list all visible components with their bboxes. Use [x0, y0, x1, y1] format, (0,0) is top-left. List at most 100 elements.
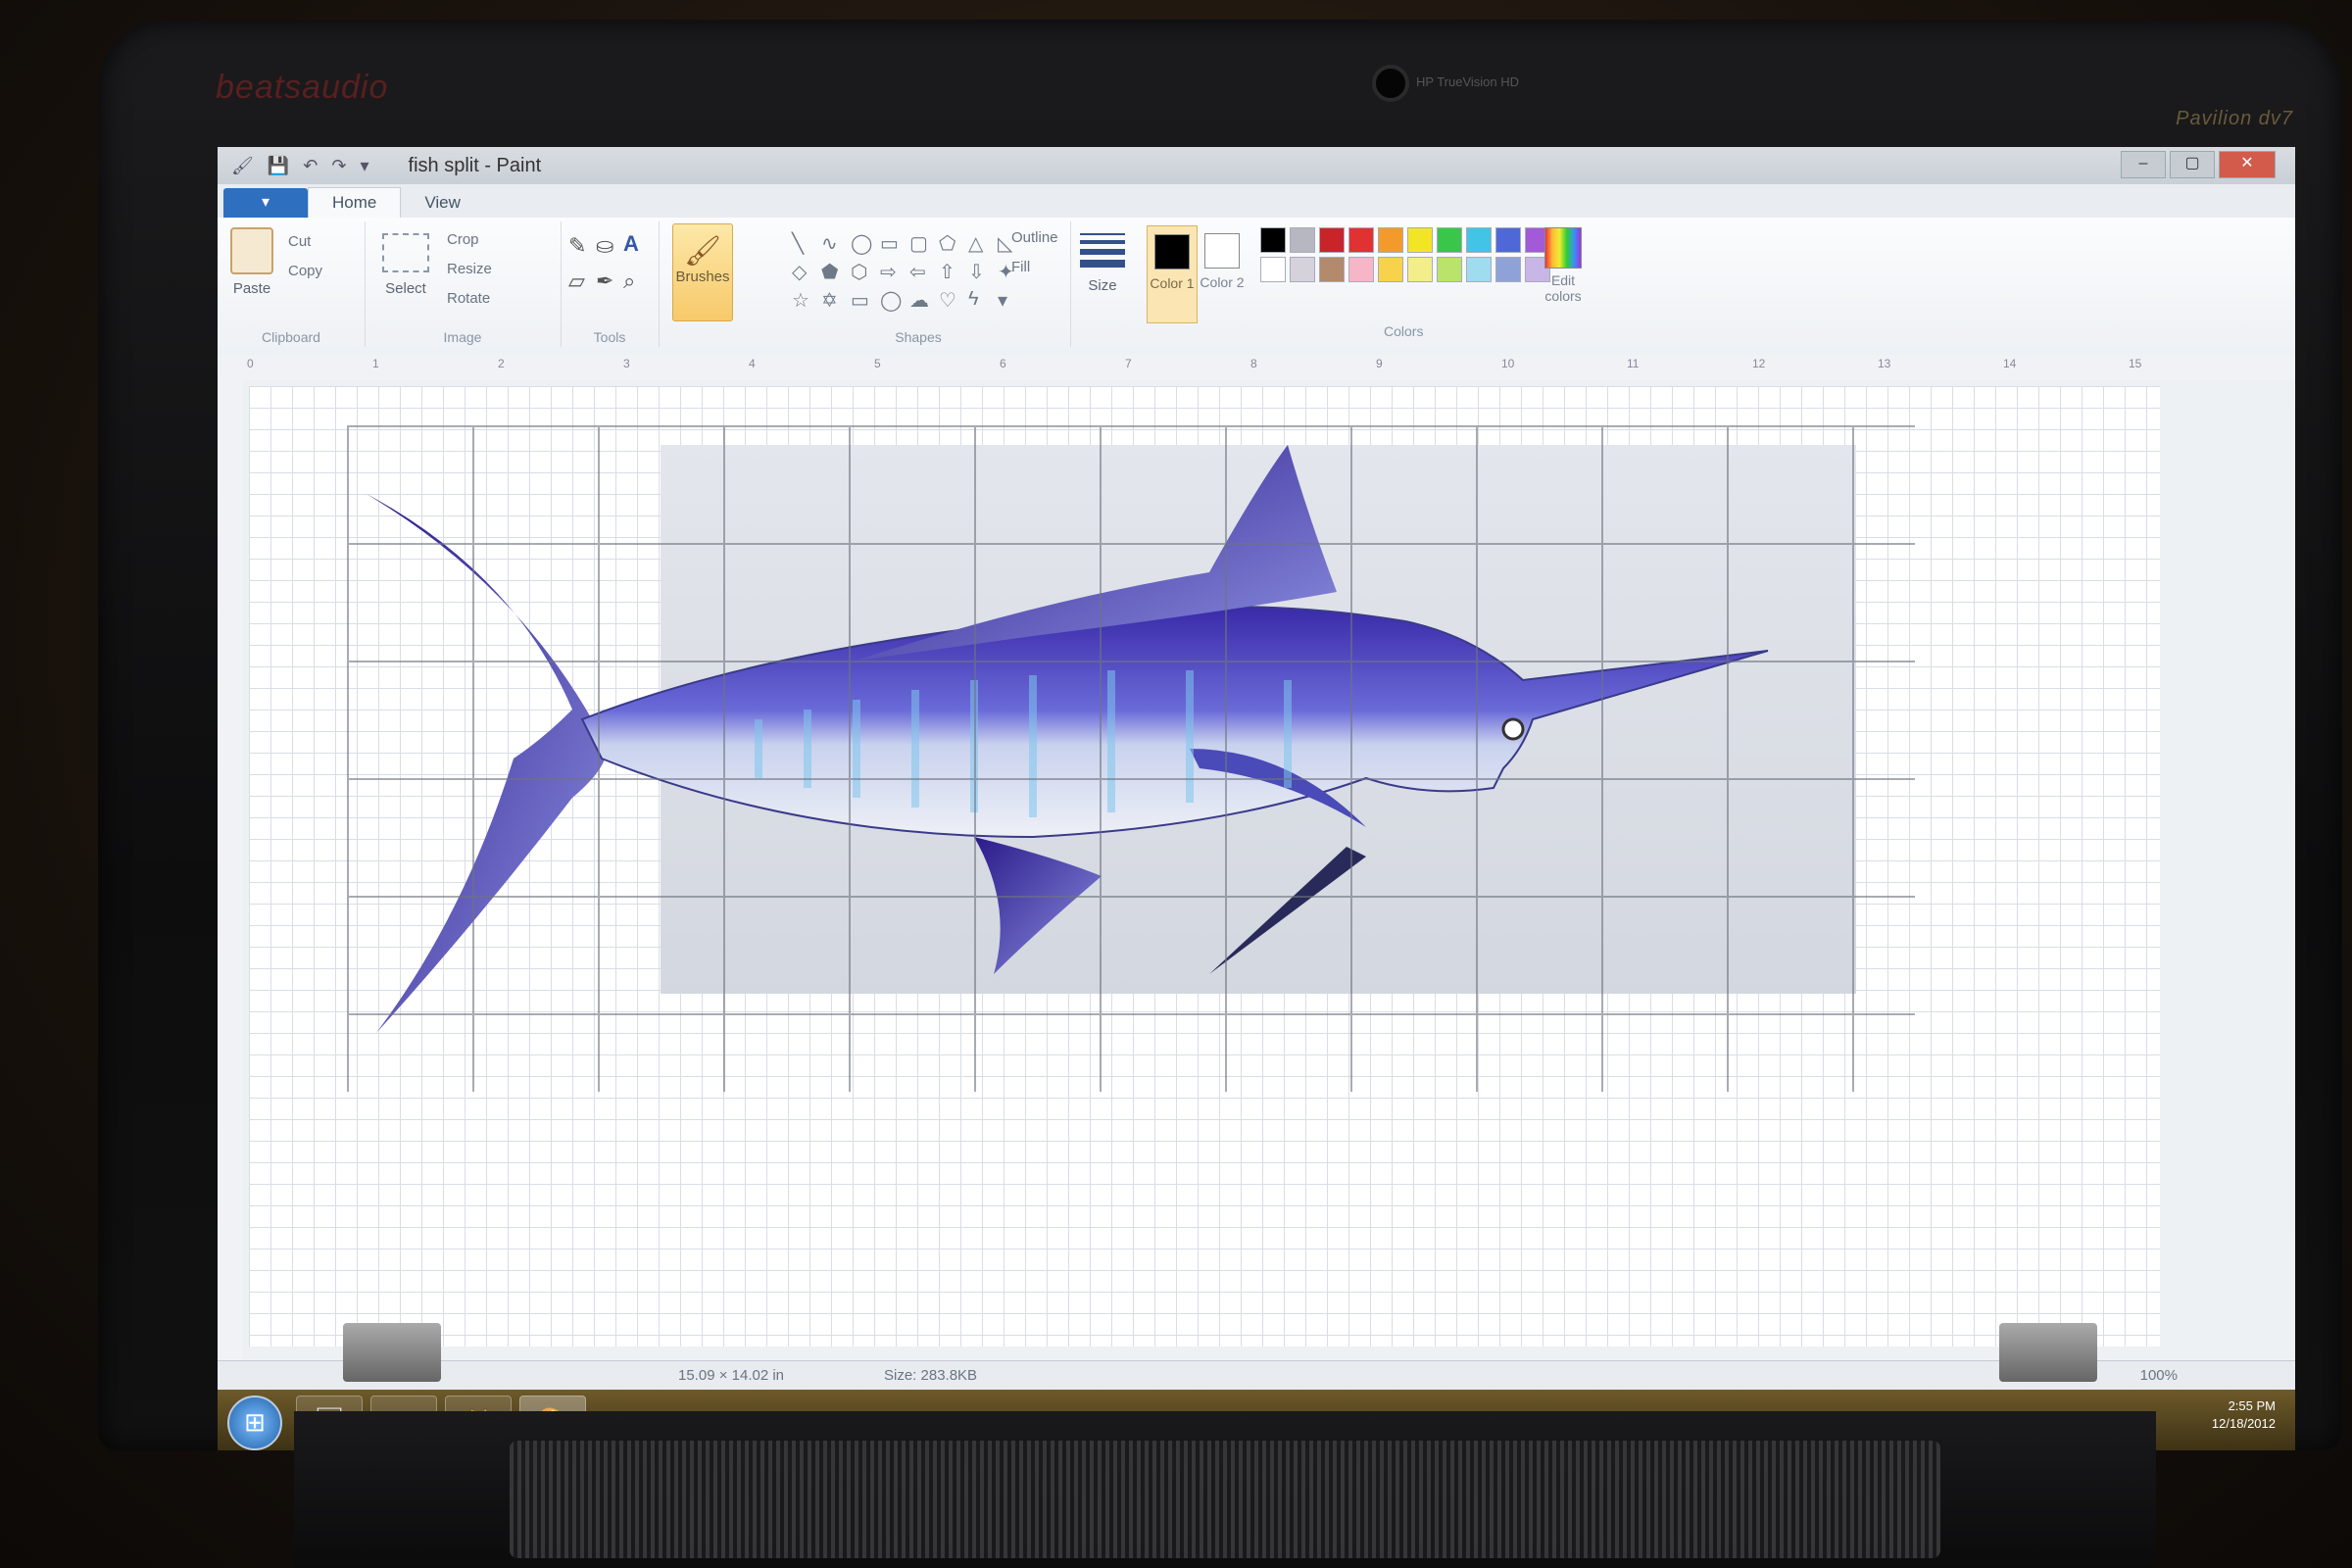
callout-rect-icon[interactable]: ▭ — [851, 288, 876, 313]
clock-date: 12/18/2012 — [2211, 1416, 2276, 1431]
color-palette — [1260, 227, 1550, 282]
ruler-tick-label: 6 — [1000, 357, 1006, 370]
magnifier-icon[interactable]: ⌕ — [623, 269, 635, 294]
hexagon-shape-icon[interactable]: ⬡ — [851, 260, 876, 284]
maximize-button[interactable]: ▢ — [2170, 151, 2215, 178]
left-arrow-shape-icon[interactable]: ⇦ — [909, 260, 935, 284]
size-label: Size — [1088, 277, 1117, 294]
palette-swatch[interactable] — [1319, 227, 1345, 253]
palette-swatch[interactable] — [1319, 257, 1345, 282]
ruler-tick-label: 1 — [372, 357, 379, 370]
color2-button[interactable]: Color 2 — [1198, 225, 1247, 321]
right-arrow-shape-icon[interactable]: ⇨ — [880, 260, 906, 284]
save-icon[interactable]: 💾 — [268, 156, 289, 176]
palette-swatch[interactable] — [1290, 257, 1315, 282]
edit-colors-button[interactable]: Edit colors — [1541, 227, 1586, 304]
fill-bucket-icon[interactable]: ⛀ — [596, 233, 613, 259]
lightning-shape-icon[interactable]: ϟ — [968, 288, 994, 313]
palette-swatch[interactable] — [1348, 227, 1374, 253]
rounded-rect-shape-icon[interactable]: ▢ — [909, 231, 935, 256]
line-width-icon — [1080, 233, 1125, 268]
six-point-star-icon[interactable]: ✡ — [821, 288, 847, 313]
color1-label: Color 1 — [1150, 275, 1195, 291]
ruler-tick-label: 8 — [1250, 357, 1257, 370]
pencil-icon[interactable]: ✎ — [568, 233, 586, 259]
start-button[interactable]: ⊞ — [227, 1396, 282, 1450]
edit-colors-label: Edit colors — [1544, 272, 1582, 304]
size-button[interactable]: Size — [1072, 225, 1133, 294]
crop-button[interactable]: Crop — [447, 231, 479, 248]
color2-swatch — [1204, 233, 1240, 269]
tab-home[interactable]: Home — [308, 187, 402, 218]
polygon-shape-icon[interactable]: ⬠ — [939, 231, 964, 256]
palette-swatch[interactable] — [1437, 227, 1462, 253]
tools-group: ✎ ⛀ A ▱ ✒ ⌕ Tools — [561, 221, 660, 347]
tab-view[interactable]: View — [401, 188, 484, 218]
palette-swatch[interactable] — [1378, 257, 1403, 282]
redo-icon[interactable]: ↷ — [331, 156, 346, 176]
brush-icon: 🖌 — [683, 235, 722, 268]
palette-swatch[interactable] — [1466, 257, 1492, 282]
brushes-button[interactable]: 🖌 Brushes — [672, 223, 733, 321]
canvas-area[interactable] — [243, 380, 2295, 1360]
color-picker-icon[interactable]: ✒ — [596, 269, 613, 294]
resize-button[interactable]: Resize — [447, 261, 492, 277]
paste-button[interactable]: Paste — [227, 227, 276, 297]
rotate-button[interactable]: Rotate — [447, 290, 490, 307]
five-point-star-icon[interactable]: ☆ — [792, 288, 817, 313]
fill-button[interactable]: Fill — [1011, 259, 1030, 275]
title-bar: 🖌 💾 ↶ ↷ ▾ fish split - Paint – ▢ ✕ — [218, 147, 2295, 184]
palette-swatch[interactable] — [1466, 227, 1492, 253]
palette-swatch[interactable] — [1348, 257, 1374, 282]
undo-icon[interactable]: ↶ — [303, 156, 318, 176]
callout-cloud-icon[interactable]: ☁ — [909, 288, 935, 313]
shapes-more-icon[interactable]: ▾ — [998, 288, 1023, 313]
drawing-canvas[interactable] — [249, 386, 2160, 1347]
palette-swatch[interactable] — [1437, 257, 1462, 282]
triangle-shape-icon[interactable]: △ — [968, 231, 994, 256]
palette-swatch[interactable] — [1260, 227, 1286, 253]
heart-shape-icon[interactable]: ♡ — [939, 288, 964, 313]
paint-app-icon[interactable]: 🖌 — [231, 156, 254, 176]
system-tray[interactable]: 2:55 PM 12/18/2012 — [2212, 1397, 2276, 1433]
outline-button[interactable]: Outline — [1011, 229, 1058, 246]
curve-shape-icon[interactable]: ∿ — [821, 231, 847, 256]
file-size: Size: 283.8KB — [884, 1367, 978, 1384]
close-button[interactable]: ✕ — [2219, 151, 2276, 178]
palette-swatch[interactable] — [1407, 257, 1433, 282]
select-label: Select — [385, 280, 426, 297]
ruler-tick-label: 11 — [1627, 357, 1640, 370]
eraser-icon[interactable]: ▱ — [568, 269, 585, 294]
webcam — [1372, 65, 1409, 102]
oval-shape-icon[interactable]: ◯ — [851, 231, 876, 256]
left-hinge — [343, 1323, 441, 1382]
color1-button[interactable]: Color 1 — [1147, 225, 1198, 323]
text-tool-icon[interactable]: A — [623, 231, 639, 257]
down-arrow-shape-icon[interactable]: ⇩ — [968, 260, 994, 284]
zoom-level[interactable]: 100% — [2140, 1367, 2178, 1384]
ribbon: Paste Cut Copy Clipboard Select Crop Res… — [218, 218, 2295, 356]
diamond-shape-icon[interactable]: ◇ — [792, 260, 817, 284]
rectangle-shape-icon[interactable]: ▭ — [880, 231, 906, 256]
palette-swatch[interactable] — [1495, 227, 1521, 253]
minimize-button[interactable]: – — [2121, 151, 2166, 178]
palette-swatch[interactable] — [1495, 257, 1521, 282]
cut-button[interactable]: Cut — [288, 233, 311, 250]
line-shape-icon[interactable]: ╲ — [792, 231, 817, 256]
palette-swatch[interactable] — [1378, 227, 1403, 253]
select-button[interactable]: Select — [376, 227, 435, 297]
copy-button[interactable]: Copy — [288, 263, 322, 279]
speaker-grille — [510, 1441, 1940, 1558]
tools-group-label: Tools — [593, 329, 626, 345]
palette-swatch[interactable] — [1260, 257, 1286, 282]
pentagon-shape-icon[interactable]: ⬟ — [821, 260, 847, 284]
palette-swatch[interactable] — [1407, 227, 1433, 253]
paint-menu-button[interactable]: ▾ — [223, 188, 308, 218]
up-arrow-shape-icon[interactable]: ⇧ — [939, 260, 964, 284]
shapes-gallery: ╲ ∿ ◯ ▭ ▢ ⬠ △ ◺ ◇ ⬟ ⬡ ⇨ ⇦ ⇧ ⇩ ✦ ☆ ✡ ▭ ◯ ☁ ♡ ϟ ▾ — [792, 231, 1023, 313]
callout-oval-icon[interactable]: ◯ — [880, 288, 906, 313]
ruler-tick-label: 13 — [1878, 357, 1891, 370]
ruler-tick-label: 12 — [1752, 357, 1766, 370]
palette-swatch[interactable] — [1290, 227, 1315, 253]
qat-dropdown-icon[interactable]: ▾ — [360, 156, 368, 176]
